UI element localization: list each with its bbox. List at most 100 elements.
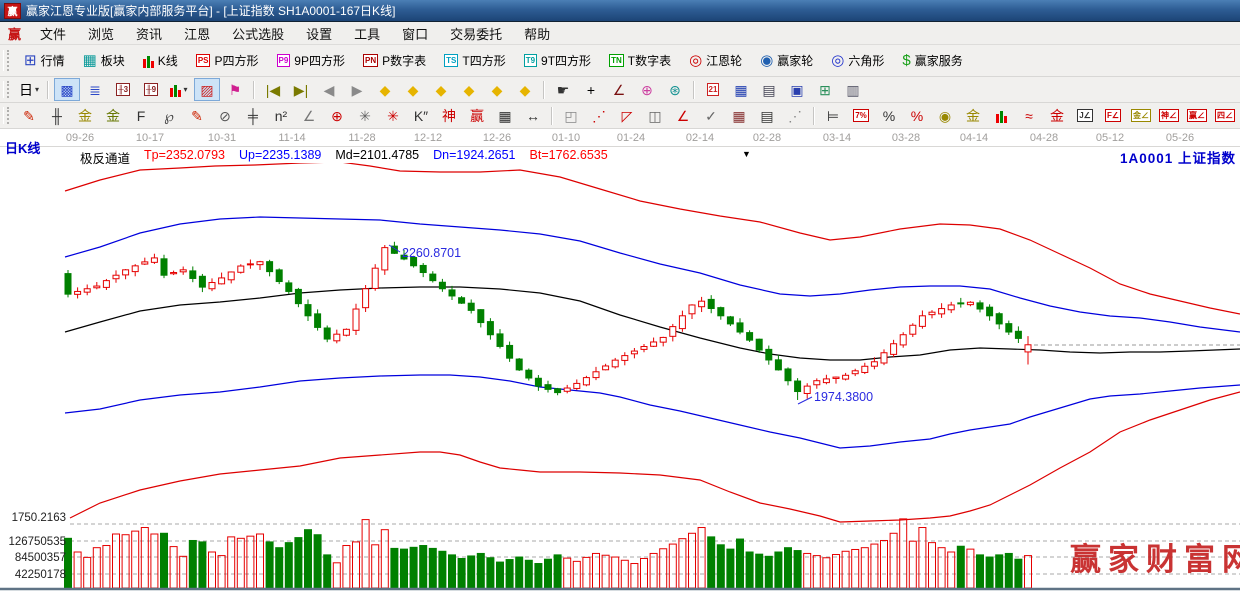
spiderweb-red-button[interactable]: ✳ xyxy=(380,104,406,127)
seek-last-button[interactable]: ▶| xyxy=(288,78,314,101)
candle-style-button[interactable]: ▾ xyxy=(166,78,192,101)
spiral-button[interactable]: ℘ xyxy=(156,104,182,127)
share-button[interactable]: ⊞ xyxy=(812,78,838,101)
p-number-table-button[interactable]: PNP数字表 xyxy=(354,47,435,75)
percent-button[interactable]: % xyxy=(876,104,902,127)
wave-button[interactable]: ≈ xyxy=(1016,104,1042,127)
hexagon-button[interactable]: ◎六角形 xyxy=(822,47,893,75)
pan-hand-button[interactable]: ☛ xyxy=(550,78,576,101)
k-note-button[interactable]: K″ xyxy=(408,104,434,127)
target-red-button[interactable]: ⊕ xyxy=(324,104,350,127)
shen-tool-button[interactable]: 神 xyxy=(436,104,462,127)
ying-angle-button[interactable]: 赢∠ xyxy=(1184,104,1210,127)
diamond-left-button[interactable]: ◆ xyxy=(372,78,398,101)
marker-pen-button[interactable]: ✎ xyxy=(184,104,210,127)
t-number-table-button[interactable]: TNT数字表 xyxy=(600,47,680,75)
menu-help[interactable]: 帮助 xyxy=(513,22,561,45)
ray-fan-button[interactable]: ⋰ xyxy=(586,104,612,127)
teal-tool-button[interactable]: ⊛ xyxy=(662,78,688,101)
calculator-button[interactable]: ▦ xyxy=(728,78,754,101)
chart3-button[interactable]: ╫3 xyxy=(110,78,136,101)
toolbar-main: ⊞行情▦板块K线PSP四方形P99P四方形PNP数字表TST四方形T99T四方形… xyxy=(0,45,1240,77)
gold-lines2-button[interactable]: 金 xyxy=(100,104,126,127)
rect-select-button[interactable]: ◰ xyxy=(558,104,584,127)
diamond-vexpand-button[interactable]: ◆ xyxy=(512,78,538,101)
sectors-button[interactable]: ▦板块 xyxy=(74,47,134,75)
menu-settings[interactable]: 设置 xyxy=(295,22,343,45)
winner-service-button[interactable]: $赢家服务 xyxy=(893,47,971,75)
percent7-button[interactable]: 7% xyxy=(848,104,874,127)
dense-lines-button[interactable]: ╪ xyxy=(240,104,266,127)
p9-square-button[interactable]: P99P四方形 xyxy=(268,47,354,75)
menu-file[interactable]: 文件 xyxy=(29,22,77,45)
angle-tool-button[interactable]: ∠ xyxy=(296,104,322,127)
menu-trade[interactable]: 交易委托 xyxy=(439,22,513,45)
print-button[interactable]: ▥ xyxy=(840,78,866,101)
page-prev-button[interactable]: ◀ xyxy=(316,78,342,101)
check-line-button[interactable]: ✓ xyxy=(698,104,724,127)
web-grid-button[interactable]: ▩ xyxy=(54,78,80,101)
j-angle-button[interactable]: J∠ xyxy=(1072,104,1098,127)
menu-tools[interactable]: 工具 xyxy=(343,22,391,45)
page-next-button[interactable]: ▶ xyxy=(344,78,370,101)
quotes-button[interactable]: ⊞行情 xyxy=(15,47,74,75)
crosshair-button[interactable]: + xyxy=(578,78,604,101)
shen-angle-button[interactable]: 神∠ xyxy=(1156,104,1182,127)
gann-lines-button[interactable]: ╫ xyxy=(44,104,70,127)
kline-button[interactable]: K线 xyxy=(134,47,187,75)
menu-formula-stockpick[interactable]: 公式选股 xyxy=(221,22,295,45)
menu-news[interactable]: 资讯 xyxy=(125,22,173,45)
gold-circle-button[interactable]: ◉ xyxy=(932,104,958,127)
notes-button[interactable]: ▤ xyxy=(756,78,782,101)
percent-line-button[interactable]: % xyxy=(904,104,930,127)
period-day-button[interactable]: 日▾ xyxy=(16,78,42,101)
angle-rays-button[interactable]: ∠ xyxy=(670,104,696,127)
si-angle-button[interactable]: 四∠ xyxy=(1212,104,1238,127)
web-box-button[interactable]: ◫ xyxy=(642,104,668,127)
diag-lines-button[interactable]: ⋰ xyxy=(782,104,808,127)
grid-red-button[interactable]: ▦ xyxy=(726,104,752,127)
price-ladder-button[interactable]: ⊨ xyxy=(820,104,846,127)
pen-red-button[interactable]: ✎ xyxy=(16,104,42,127)
t9-square-button[interactable]: T99T四方形 xyxy=(515,47,600,75)
ray-fan-box-button[interactable]: ◸ xyxy=(614,104,640,127)
n-squared-button[interactable]: n² xyxy=(268,104,294,127)
menu-window[interactable]: 窗口 xyxy=(391,22,439,45)
chart9-button[interactable]: ╫9 xyxy=(138,78,164,101)
pattern-button[interactable]: ▨ xyxy=(194,78,220,101)
grid-123-button[interactable]: ▦ xyxy=(492,104,518,127)
list-view-button[interactable]: ≣ xyxy=(82,78,108,101)
diamond-hexpand-button[interactable]: ◆ xyxy=(428,78,454,101)
t-square-button[interactable]: TST四方形 xyxy=(435,47,515,75)
diamond-hshrink-button[interactable]: ◆ xyxy=(456,78,482,101)
gann-circle-button[interactable]: ⊘ xyxy=(212,104,238,127)
pink-tool-button[interactable]: ⊕ xyxy=(634,78,660,101)
menu-browse[interactable]: 浏览 xyxy=(77,22,125,45)
spiderweb-button[interactable]: ✳ xyxy=(352,104,378,127)
save-button[interactable]: ▣ xyxy=(784,78,810,101)
angle-measure-button[interactable]: ∠ xyxy=(606,78,632,101)
diamond-vshrink-button[interactable]: ◆ xyxy=(484,78,510,101)
grid-dark-button[interactable]: ▤ xyxy=(754,104,780,127)
color-flag-button[interactable]: ⚑ xyxy=(222,78,248,101)
f-angle-button[interactable]: F∠ xyxy=(1100,104,1126,127)
grid-123-icon: ▦ xyxy=(498,109,511,123)
calendar-button[interactable]: 21 xyxy=(700,78,726,101)
chart-canvas[interactable]: 1750.216312675053584500357422501782260.8… xyxy=(0,163,1240,591)
p-square-button[interactable]: PSP四方形 xyxy=(187,47,268,75)
menu-gann[interactable]: 江恩 xyxy=(173,22,221,45)
gold-red-button[interactable]: 金 xyxy=(1044,104,1070,127)
diamond-right-button[interactable]: ◆ xyxy=(400,78,426,101)
gold-lines1-button[interactable]: 金 xyxy=(72,104,98,127)
f-lines-button[interactable]: F xyxy=(128,104,154,127)
gold-angle-button[interactable]: 金∠ xyxy=(1128,104,1154,127)
gold-line-button[interactable]: 金 xyxy=(960,104,986,127)
hexagon-icon: ◎ xyxy=(831,54,844,68)
candle-style-button-caret: ▾ xyxy=(183,85,187,94)
gann-wheel-button[interactable]: ◎江恩轮 xyxy=(680,47,751,75)
seek-first-button[interactable]: |◀ xyxy=(260,78,286,101)
ying-tool-button[interactable]: 赢 xyxy=(464,104,490,127)
width-arrows-button[interactable]: ↔ xyxy=(520,104,546,127)
candle-pen-button[interactable] xyxy=(988,104,1014,127)
winner-wheel-button[interactable]: ◉赢家轮 xyxy=(751,47,822,75)
